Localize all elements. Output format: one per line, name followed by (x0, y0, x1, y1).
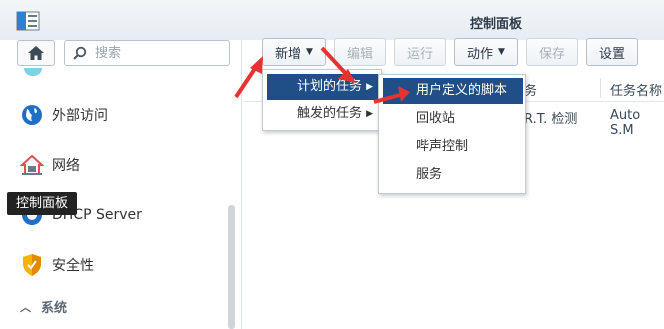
action-button-label: 动作 (467, 46, 494, 62)
add-dropdown-menu: 计划的任务 ▶ 触发的任务 ▶ (262, 69, 382, 131)
menu-item-label: 触发的任务 (297, 106, 363, 121)
sidebar-item-label: 外部访问 (52, 108, 108, 124)
tooltip: 控制面板 (7, 192, 77, 215)
house-network-icon (20, 153, 44, 177)
column-header[interactable]: 任务名称 (610, 80, 662, 99)
section-header-label: 系统 (41, 301, 68, 316)
scheduled-task-submenu: 用户定义的脚本 回收站 哔声控制 服务 (378, 74, 526, 194)
search-field[interactable] (64, 40, 230, 66)
menu-item-user-defined-script[interactable]: 用户定义的脚本 (383, 78, 523, 104)
table-cell[interactable]: Auto S.M (610, 108, 664, 138)
edit-button[interactable]: 编辑 (334, 38, 386, 66)
menu-item-label: 计划的任务 (297, 79, 363, 94)
chevron-up-icon: ︿ (20, 300, 31, 314)
table-cell[interactable]: R.T. 检测 (524, 108, 577, 127)
column-divider (600, 78, 601, 98)
shield-icon (20, 253, 44, 277)
menu-item-scheduled-task[interactable]: 计划的任务 ▶ (267, 74, 379, 100)
action-button[interactable]: 动作 ▼ (454, 38, 518, 66)
caret-down-icon: ▼ (498, 47, 505, 57)
search-input[interactable] (95, 44, 225, 62)
submenu-arrow-icon: ▶ (366, 109, 373, 119)
partial-nav-icon (24, 68, 42, 76)
sidebar-item-network[interactable]: 网络 (20, 151, 220, 179)
caret-down-icon: ▼ (306, 47, 313, 57)
toolbar: 新增 ▼ 编辑 运行 动作 ▼ 保存 设置 (262, 38, 638, 66)
sidebar-item-security[interactable]: 安全性 (20, 251, 220, 279)
submenu-arrow-icon: ▶ (366, 82, 373, 92)
sidebar-item-external-access[interactable]: 外部访问 (20, 101, 220, 129)
control-panel-app-icon (16, 11, 40, 31)
sidebar-item-label: 网络 (52, 158, 80, 174)
menu-item-recycle-bin[interactable]: 回收站 (383, 106, 523, 132)
window-title: 控制面板 (470, 17, 523, 32)
menu-item-triggered-task[interactable]: 触发的任务 ▶ (267, 101, 379, 127)
menu-item-service[interactable]: 服务 (383, 162, 523, 188)
save-button[interactable]: 保存 (526, 38, 578, 66)
add-button-label: 新增 (275, 46, 302, 62)
globe-icon (20, 103, 44, 127)
sidebar-item-label: 安全性 (52, 258, 94, 274)
sidebar: 外部访问 网络 DHCP Server 安全性 (0, 40, 242, 329)
sidebar-scrollbar[interactable] (228, 205, 235, 329)
search-icon (73, 46, 87, 60)
settings-button[interactable]: 设置 (586, 38, 638, 66)
home-icon (28, 46, 44, 60)
home-button[interactable] (17, 40, 55, 66)
menu-item-beep-control[interactable]: 哔声控制 (383, 134, 523, 160)
title-bar: 控制面板 (0, 0, 664, 40)
run-button[interactable]: 运行 (394, 38, 446, 66)
add-button[interactable]: 新增 ▼ (262, 38, 326, 66)
section-header-system[interactable]: ︿ 系统 (20, 297, 68, 317)
